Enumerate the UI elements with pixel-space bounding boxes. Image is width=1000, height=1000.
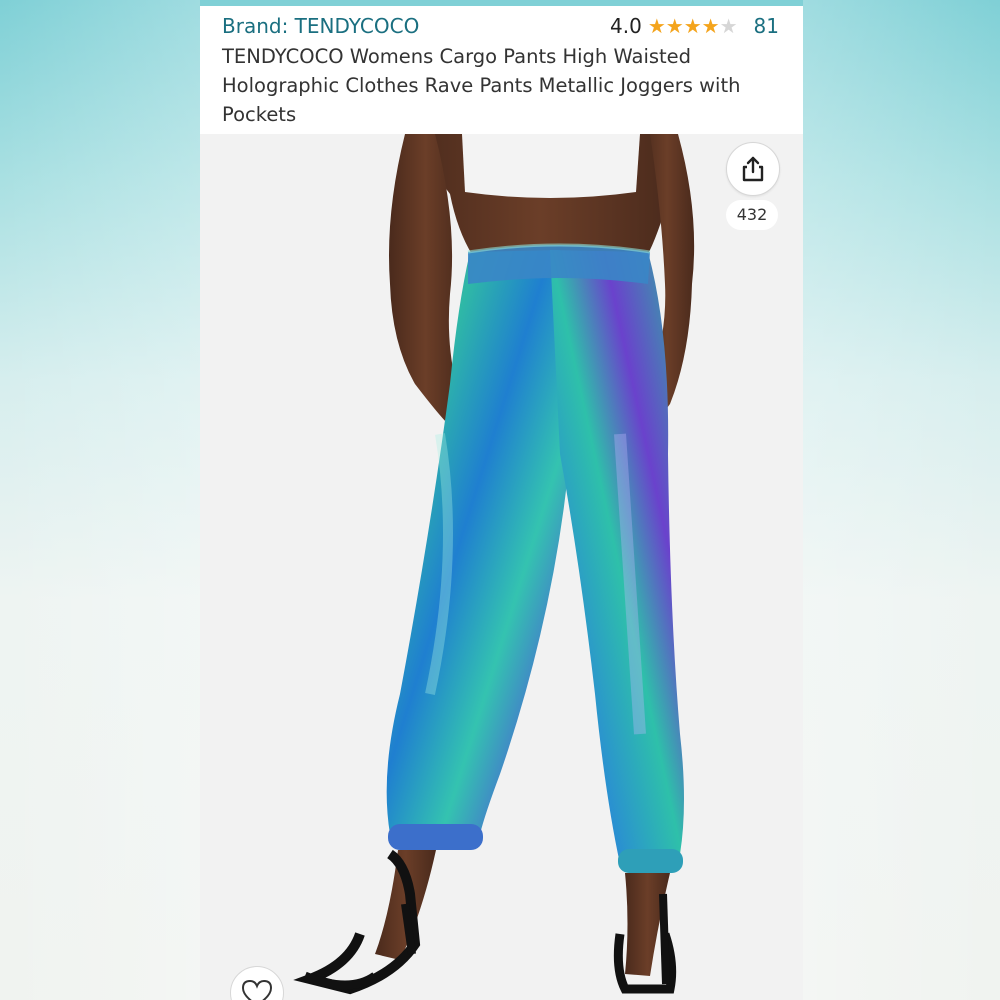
- product-header: Brand: TENDYCOCO 4.0 ★ ★ ★ ★ ★ 81 TENDYC…: [200, 6, 803, 134]
- star-icon: ★: [683, 14, 702, 38]
- star-icon: ★: [665, 14, 684, 38]
- star-icon: ★: [701, 14, 720, 38]
- rating-summary[interactable]: 4.0 ★ ★ ★ ★ ★ 81: [610, 14, 779, 38]
- product-card: Brand: TENDYCOCO 4.0 ★ ★ ★ ★ ★ 81 TENDYC…: [200, 6, 803, 1000]
- star-empty-icon: ★: [719, 14, 738, 38]
- star-rating: ★ ★ ★ ★ ★: [648, 15, 738, 37]
- background-left-blur: [0, 0, 200, 1000]
- brand-link[interactable]: Brand: TENDYCOCO: [222, 14, 419, 38]
- star-icon: ★: [647, 14, 666, 38]
- rating-value: 4.0: [610, 14, 642, 38]
- share-button[interactable]: [726, 142, 780, 196]
- share-count: 432: [726, 200, 778, 230]
- share-icon: [742, 156, 764, 182]
- product-title: TENDYCOCO Womens Cargo Pants High Waiste…: [222, 45, 741, 126]
- review-count-link[interactable]: 81: [754, 14, 779, 38]
- background-right-blur: [803, 0, 1000, 1000]
- product-image[interactable]: [200, 134, 803, 1000]
- heart-icon: [241, 979, 273, 1000]
- product-photo: [293, 134, 695, 995]
